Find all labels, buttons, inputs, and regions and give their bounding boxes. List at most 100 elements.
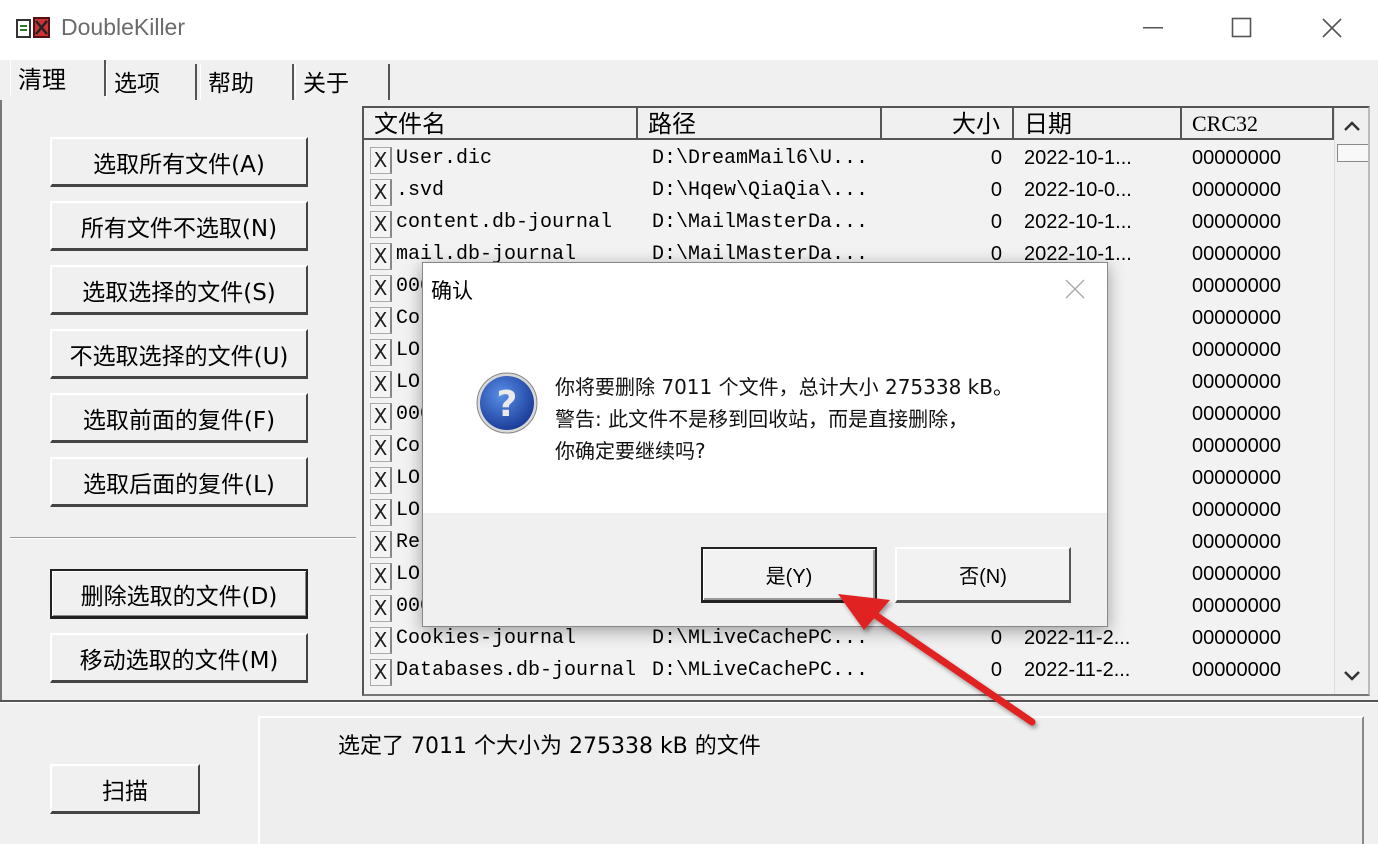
dialog-message-line: 你将要删除 7011 个文件，总计大小 275338 kB。 [555, 375, 1013, 399]
cell-date: 2022-11-2... [1024, 659, 1131, 681]
cell-size: 0 [990, 179, 1002, 201]
cell-crc32: 00000000 [1192, 595, 1281, 617]
title-bar: DoubleKiller [0, 0, 1378, 60]
file-marked-icon: X [370, 243, 392, 270]
select-later-duplicates-button[interactable]: 选取后面的复件(L) [50, 457, 308, 507]
cell-crc32: 00000000 [1192, 627, 1281, 649]
cell-path: D:\DreamMail6\U... [652, 147, 869, 170]
table-row[interactable]: X .svd D:\Hqew\QiaQia\... 0 2022-10-0... 0000… [364, 176, 1334, 208]
file-marked-icon: X [370, 147, 392, 174]
minimize-icon [1143, 27, 1163, 29]
file-marked-icon: X [370, 179, 392, 206]
cell-crc32: 00000000 [1192, 659, 1281, 681]
move-selected-button[interactable]: 移动选取的文件(M) [50, 633, 308, 683]
table-row[interactable]: X Cookies-journal D:\MLiveCachePC... 0 2022-… [364, 624, 1334, 656]
table-row[interactable]: Xcontent.db-journal D:\MailMasterDa... 0 20… [364, 208, 1334, 240]
cell-crc32: 00000000 [1192, 243, 1281, 265]
cell-crc32: 00000000 [1192, 307, 1281, 329]
cell-filename: LO [396, 371, 421, 394]
file-marked-icon: X [370, 563, 392, 590]
cell-filename: .svd [396, 179, 445, 202]
cell-filename: User.dic [396, 147, 493, 170]
column-header-date[interactable]: 日期 [1014, 108, 1182, 138]
cell-filename: Cookies-journal [396, 627, 577, 650]
maximize-icon [1231, 17, 1252, 38]
minimize-button[interactable] [1108, 0, 1200, 56]
separator [10, 537, 356, 539]
column-header-filename[interactable]: 文件名 [364, 108, 638, 138]
file-marked-icon: X [370, 275, 392, 302]
column-header-path[interactable]: 路径 [638, 108, 882, 138]
file-marked-icon: X [370, 307, 392, 334]
select-all-button[interactable]: 选取所有文件(A) [50, 137, 308, 187]
tab-bar: 清理 选项 帮助 关于 [0, 60, 1378, 100]
dialog-yes-button[interactable]: 是(Y) [701, 547, 877, 603]
close-icon [1322, 18, 1342, 38]
select-earlier-duplicates-button[interactable]: 选取前面的复件(F) [50, 393, 308, 443]
cell-filename: content.db-journal [396, 211, 613, 234]
app-icon [16, 17, 50, 38]
cell-crc32: 00000000 [1192, 467, 1281, 489]
cell-filename: LO [396, 563, 421, 586]
file-marked-icon: X [370, 403, 392, 430]
table-row[interactable]: X User.dic D:\DreamMail6\U... 0 2022-10-1...… [364, 144, 1334, 176]
tab-clean[interactable]: 清理 [10, 60, 106, 96]
tab-options[interactable]: 选项 [106, 64, 197, 100]
cell-crc32: 00000000 [1192, 275, 1281, 297]
frame-border [0, 100, 2, 700]
cell-crc32: 00000000 [1192, 147, 1281, 169]
scroll-thumb[interactable] [1337, 144, 1368, 162]
file-marked-icon: X [370, 499, 392, 526]
bottom-separator [0, 700, 1378, 703]
file-marked-icon: X [370, 659, 392, 686]
column-header-size[interactable]: 大小 [882, 108, 1014, 138]
dialog-message: 你将要删除 7011 个文件，总计大小 275338 kB。 警告: 此文件不是… [555, 371, 1013, 467]
cell-filename: LO [396, 339, 421, 362]
close-button[interactable] [1286, 0, 1378, 56]
file-marked-icon: X [370, 339, 392, 366]
status-text: 选定了 7011 个大小为 275338 kB 的文件 [338, 734, 761, 759]
dialog-close-button[interactable] [1061, 275, 1089, 303]
cell-path: D:\MLiveCachePC... [652, 659, 869, 682]
cell-date: 2022-11-2... [1024, 627, 1131, 649]
svg-text:?: ? [497, 384, 518, 425]
vertical-scrollbar[interactable] [1334, 108, 1368, 694]
deselect-selected-button[interactable]: 不选取选择的文件(U) [50, 329, 308, 379]
scroll-up-button[interactable] [1335, 108, 1368, 144]
dialog-title: 确认 [431, 279, 473, 303]
cell-filename: LO [396, 499, 421, 522]
select-selected-button[interactable]: 选取选择的文件(S) [50, 265, 308, 315]
app-title: DoubleKiller [61, 14, 186, 40]
dialog-message-line: 警告: 此文件不是移到回收站，而是直接删除， [555, 407, 969, 431]
delete-selected-button[interactable]: 删除选取的文件(D) [50, 569, 308, 619]
tab-about[interactable]: 关于 [295, 64, 390, 100]
deselect-all-button[interactable]: 所有文件不选取(N) [50, 201, 308, 251]
maximize-button[interactable] [1196, 0, 1288, 56]
cell-filename: Re [396, 531, 421, 554]
cell-crc32: 00000000 [1192, 179, 1281, 201]
cell-date: 2022-10-0... [1024, 179, 1132, 201]
scan-button[interactable]: 扫描 [50, 764, 200, 814]
dialog-no-button[interactable]: 否(N) [895, 547, 1071, 603]
cell-crc32: 00000000 [1192, 211, 1281, 233]
cell-filename: LO [396, 467, 421, 490]
question-icon: ? [476, 372, 538, 434]
dialog-message-line: 你确定要继续吗? [555, 439, 706, 463]
cell-size: 0 [990, 659, 1002, 681]
table-row[interactable]: X Databases.db-journal D:\MLiveCachePC... 0… [364, 656, 1334, 688]
file-marked-icon: X [370, 531, 392, 558]
column-header-crc32[interactable]: CRC32 [1182, 108, 1334, 138]
tab-help[interactable]: 帮助 [200, 64, 294, 100]
dialog-footer: 是(Y) 否(N) [423, 513, 1107, 626]
file-marked-icon: X [370, 595, 392, 622]
cell-filename: Co [396, 307, 421, 330]
cell-crc32: 00000000 [1192, 403, 1281, 425]
chevron-down-icon [1344, 671, 1360, 681]
status-panel: 选定了 7011 个大小为 275338 kB 的文件 [258, 716, 1364, 844]
cell-size: 0 [990, 627, 1002, 649]
cell-crc32: 00000000 [1192, 499, 1281, 521]
cell-crc32: 00000000 [1192, 531, 1281, 553]
close-icon [1065, 279, 1085, 299]
scroll-down-button[interactable] [1335, 658, 1368, 694]
file-marked-icon: X [370, 435, 392, 462]
